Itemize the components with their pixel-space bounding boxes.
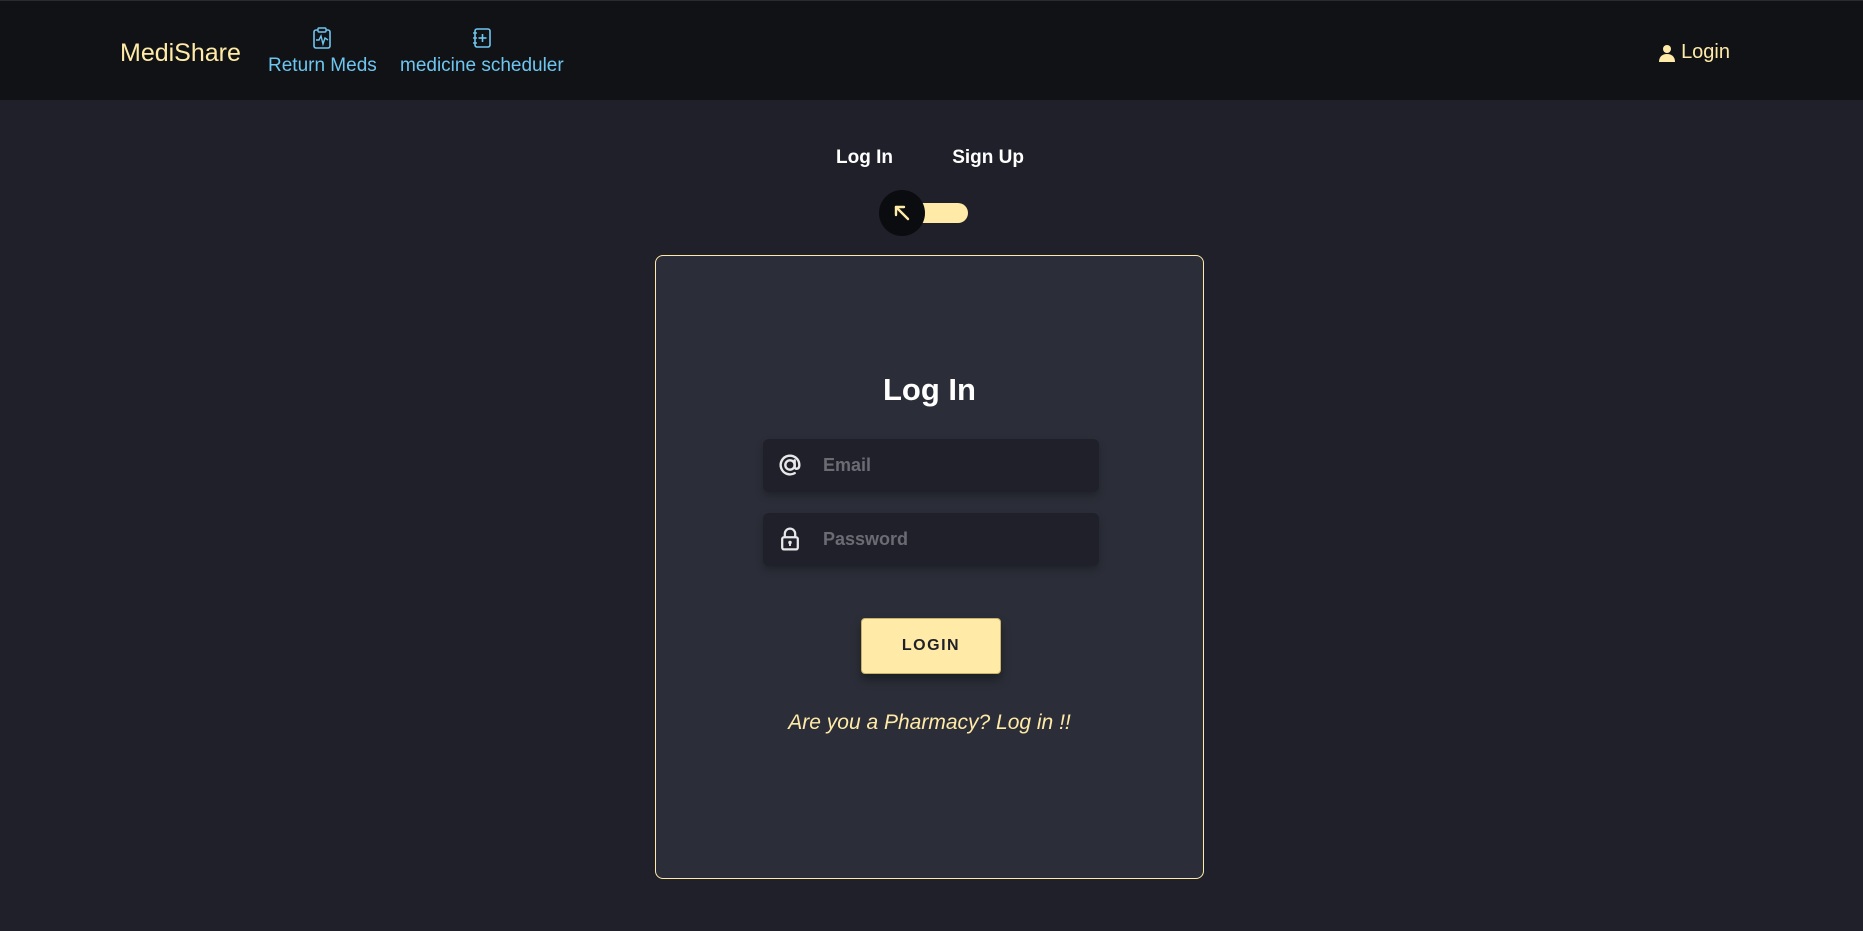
pharmacy-login-link[interactable]: Are you a Pharmacy? Log in !! — [656, 711, 1203, 735]
switch-label-login[interactable]: Log In — [836, 147, 893, 169]
journal-plus-icon — [472, 28, 491, 48]
nav-item-label: medicine scheduler — [400, 55, 564, 76]
form-title: Log In — [883, 372, 976, 407]
nav-item-return-meds[interactable]: Return Meds — [268, 27, 377, 77]
lock-icon — [775, 524, 805, 554]
login-button[interactable]: LOGIN — [861, 618, 1001, 674]
at-icon — [775, 450, 805, 480]
nav-item-label: Return Meds — [268, 55, 377, 76]
email-input[interactable] — [823, 439, 1083, 492]
auth-switch-labels: Log In Sign Up — [836, 147, 1024, 169]
password-field — [763, 513, 1099, 566]
nav-item-medicine-scheduler[interactable]: medicine scheduler — [400, 27, 564, 77]
user-icon — [1659, 44, 1676, 62]
login-link-label: Login — [1681, 41, 1730, 63]
brand-logo[interactable]: MediShare — [120, 39, 241, 68]
navbar: MediShare Return Meds medicine scheduler… — [0, 0, 1863, 100]
auth-toggle-knob[interactable] — [879, 190, 925, 236]
password-input[interactable] — [823, 513, 1083, 566]
clipboard-pulse-icon — [313, 27, 332, 49]
login-link[interactable]: Login — [1659, 41, 1730, 64]
arrow-up-left-icon — [894, 205, 910, 221]
login-card: Log In LOGIN Are you a Pharmacy? Log in … — [655, 255, 1204, 879]
email-field — [763, 439, 1099, 492]
switch-label-signup[interactable]: Sign Up — [952, 147, 1024, 169]
